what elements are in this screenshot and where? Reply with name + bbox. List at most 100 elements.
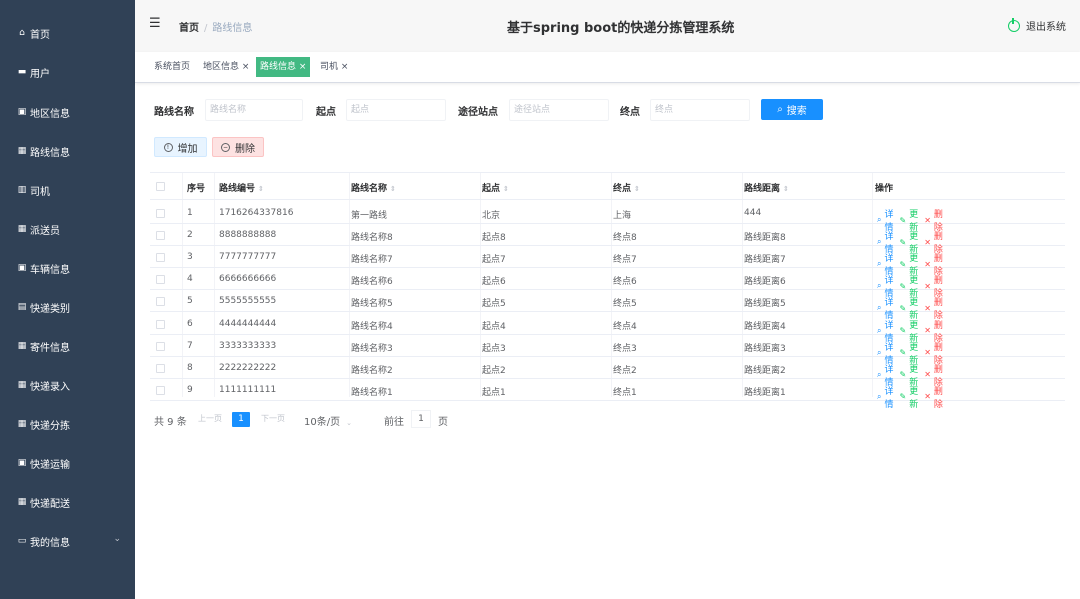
sidebar-item-label: 快递配送 [30,498,70,510]
add-button-label: 增加 [177,143,198,155]
home-icon: ⌂ [19,28,25,38]
user-icon: ▬ [17,67,27,77]
pagination-goto-input[interactable]: 1 [411,410,431,428]
sidebar-item-4[interactable]: ▥ 司机 [0,175,135,205]
search-button[interactable]: ⌕ 搜索 [761,99,823,120]
sidebar-item-9[interactable]: ▦ 快递录入 [0,370,135,400]
row-checkbox[interactable] [156,209,165,218]
table-cell: 起点3 [482,343,506,354]
info-icon: ! [163,142,173,152]
edit-icon: ✎ [899,237,907,247]
vehicle-icon: ▣ [17,263,27,273]
table-header-4[interactable]: 终点 ⇕ [613,181,640,194]
table-header-2[interactable]: 路线名称 ⇕ [351,181,396,194]
start-input[interactable]: 起点 [346,99,446,121]
table-header-5[interactable]: 路线距离 ⇕ [744,181,789,194]
sidebar-item-label: 路线信息 [30,147,70,159]
row-checkbox[interactable] [156,385,165,395]
column-divider [480,172,481,397]
sidebar-item-label: 车辆信息 [30,264,70,276]
row-checkbox[interactable] [156,297,165,307]
pagination-current-page[interactable]: 1 [232,412,250,427]
sort-icon[interactable]: ⇕ [390,185,396,193]
breadcrumb-home[interactable]: 首页 [179,23,199,34]
row-checkbox[interactable] [156,253,165,263]
close-icon: ✕ [924,370,931,380]
table-cell: 4444444444 [219,318,277,329]
pagination-prev[interactable]: 上一页 [198,413,222,424]
sidebar-item-label: 派送员 [30,225,60,237]
row-checkbox[interactable] [156,275,165,285]
close-icon: ✕ [924,259,931,269]
system-title: 基于spring boot的快递分拣管理系统 [507,21,735,36]
table-header-1[interactable]: 路线编号 ⇕ [219,181,264,194]
row-checkbox[interactable] [156,319,165,329]
table-cell: 8888888888 [219,230,277,241]
pagination-next[interactable]: 下一页 [261,413,285,424]
tag-route[interactable]: 路线信息 × [256,57,311,77]
table-cell: 3 [187,252,193,263]
table-cell: 1 [187,208,193,218]
row-checkbox[interactable] [156,363,165,373]
table-header-label: 序号 [187,184,206,194]
edit-icon: ✎ [899,215,907,225]
delete-row-button[interactable]: ✕ 删除 [924,384,943,410]
delete-button[interactable]: − 删除 [212,137,264,157]
column-divider [742,172,743,397]
tag-home[interactable]: 系统首页 [150,57,195,77]
route-name-input[interactable]: 路线名称 [205,99,303,121]
tag-driver[interactable]: 司机 × [316,57,353,77]
table-cell: 444 [744,208,762,218]
table-cell: 7 [187,340,193,351]
table-header-6: 操作 [875,181,893,194]
edit-icon: ✎ [899,348,907,358]
table-header-label: 起点 [482,184,501,194]
sidebar-item-7[interactable]: ▤ 快递类别 [0,292,135,322]
start-label: 起点 [316,107,336,118]
table-cell: 6 [187,318,193,329]
sort-icon[interactable]: ⇕ [503,185,509,193]
table-cell: 路线距离1 [744,387,786,398]
logout-button[interactable]: 退出系统 [1008,17,1066,33]
select-all-checkbox[interactable] [156,182,165,191]
table-cell: 路线名称6 [351,277,393,288]
sidebar-item-12[interactable]: ▦ 快递配送 [0,487,135,517]
table-cell: 路线名称5 [351,299,393,310]
sidebar-item-label: 快递分拣 [30,420,70,432]
sidebar-item-0[interactable]: ⌂ 首页 [0,18,135,48]
sidebar-item-6[interactable]: ▣ 车辆信息 [0,253,135,283]
table-cell: 终点8 [613,233,637,244]
sort-icon[interactable]: ⇕ [258,185,264,193]
pagination-page-suffix: 页 [438,417,448,428]
table-header-3[interactable]: 起点 ⇕ [482,181,509,194]
sort-icon[interactable]: ⇕ [783,185,789,193]
table-top-border [150,172,1065,173]
sidebar-item-5[interactable]: ▦ 派送员 [0,214,135,244]
sidebar-item-label: 快递录入 [30,381,70,393]
view-button[interactable]: ⌕ 详情 [877,384,894,410]
row-checkbox[interactable] [156,341,165,351]
sidebar-item-11[interactable]: ▣ 快递运输 [0,448,135,478]
chevron-down-icon: ⌄ [346,419,352,427]
sidebar-item-13[interactable]: ▭ 我的信息 ⌄ [0,526,135,556]
table-cell: 终点6 [613,277,637,288]
table-cell: 2222222222 [219,362,277,373]
table-cell: 终点2 [613,365,637,376]
sidebar-item-3[interactable]: ▦ 路线信息 [0,136,135,166]
tag-region[interactable]: 地区信息 × [199,57,254,77]
edit-icon: ✎ [899,259,907,269]
sidebar-item-2[interactable]: ▣ 地区信息 [0,97,135,127]
add-button[interactable]: ! 增加 [154,137,207,157]
sidebar-item-8[interactable]: ▦ 寄件信息 [0,331,135,361]
sidebar-item-10[interactable]: ▦ 快递分拣 [0,409,135,439]
end-input[interactable]: 终点 [650,99,750,121]
hamburger-icon[interactable]: ☰ [149,16,161,31]
via-input[interactable]: 途径站点 [509,99,609,121]
sidebar-item-label: 我的信息 [30,537,70,549]
sidebar-item-1[interactable]: ▬ 用户 [0,57,135,87]
sidebar-item-label: 快递运输 [30,459,70,471]
pagination-size-select[interactable]: 10条/页 ⌄ [304,413,352,428]
edit-button[interactable]: ✎ 更新 [900,384,919,410]
row-checkbox[interactable] [156,231,165,241]
sort-icon[interactable]: ⇕ [634,185,640,193]
